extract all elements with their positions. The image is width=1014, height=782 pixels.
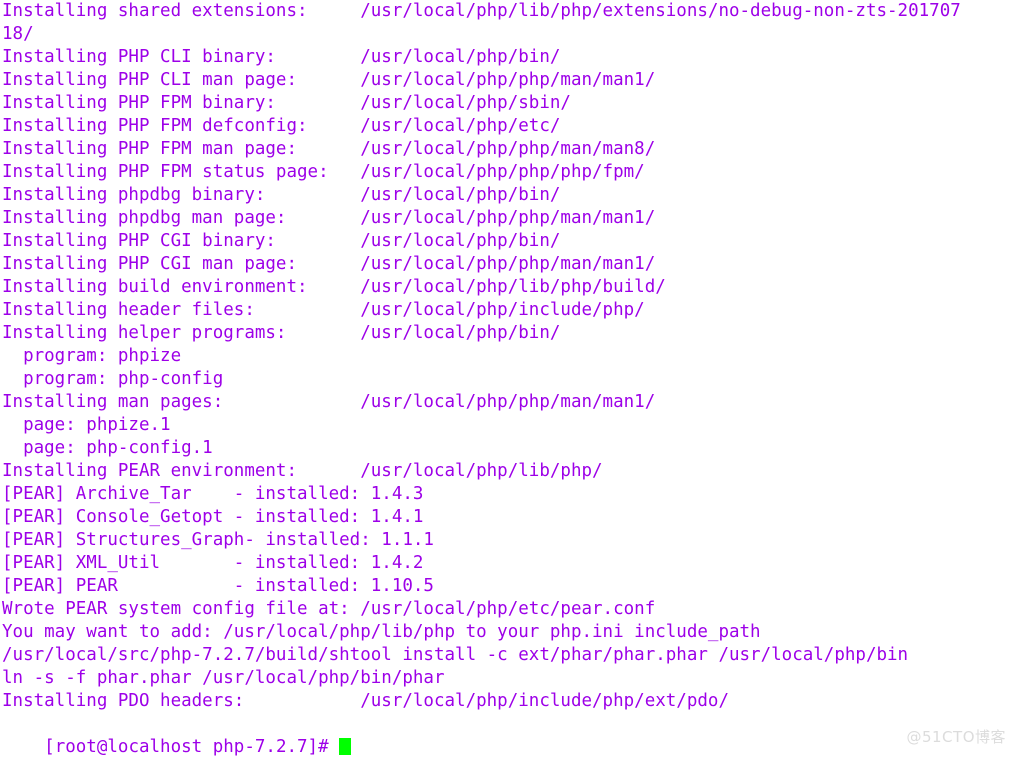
terminal-line: Wrote PEAR system config file at: /usr/l… [2, 599, 656, 619]
terminal-line: Installing PHP CLI man page: /usr/local/… [2, 70, 656, 90]
terminal-line: [PEAR] PEAR - installed: 1.10.5 [2, 576, 434, 596]
text-cursor [339, 738, 352, 755]
shell-prompt: [root@localhost php-7.2.7]# [44, 737, 340, 757]
terminal-line: Installing phpdbg binary: /usr/local/php… [2, 185, 561, 205]
terminal-line: Installing PHP FPM status page: /usr/loc… [2, 162, 645, 182]
terminal-line: [PEAR] XML_Util - installed: 1.4.2 [2, 553, 424, 573]
terminal-output: Installing shared extensions: /usr/local… [0, 0, 1014, 713]
terminal-line: Installing PEAR environment: /usr/local/… [2, 461, 603, 481]
terminal-line: Installing PHP CGI binary: /usr/local/ph… [2, 231, 561, 251]
terminal-line: Installing man pages: /usr/local/php/php… [2, 392, 656, 412]
terminal-line: Installing shared extensions: /usr/local… [2, 1, 961, 21]
watermark: @51CTO博客 [906, 728, 1006, 746]
terminal-line: Installing phpdbg man page: /usr/local/p… [2, 208, 656, 228]
terminal-line: program: php-config [2, 369, 224, 389]
terminal-line: 18/ [2, 24, 34, 44]
terminal-line: [PEAR] Archive_Tar - installed: 1.4.3 [2, 484, 424, 504]
terminal-prompt-line[interactable]: [root@localhost php-7.2.7]# [0, 713, 1014, 757]
terminal-line: Installing PHP FPM man page: /usr/local/… [2, 139, 656, 159]
terminal-line: [PEAR] Structures_Graph- installed: 1.1.… [2, 530, 434, 550]
terminal-line: Installing PHP FPM binary: /usr/local/ph… [2, 93, 571, 113]
terminal-line: page: phpize.1 [2, 415, 171, 435]
terminal-line: Installing PHP CLI binary: /usr/local/ph… [2, 47, 561, 67]
terminal-line: page: php-config.1 [2, 438, 213, 458]
terminal-line: Installing PHP FPM defconfig: /usr/local… [2, 116, 561, 136]
terminal-line: Installing header files: /usr/local/php/… [2, 300, 645, 320]
terminal-line: program: phpize [2, 346, 182, 366]
terminal-window[interactable]: Installing shared extensions: /usr/local… [0, 0, 1014, 757]
terminal-line: [PEAR] Console_Getopt - installed: 1.4.1 [2, 507, 424, 527]
terminal-line: /usr/local/src/php-7.2.7/build/shtool in… [2, 645, 909, 665]
terminal-line: Installing PDO headers: /usr/local/php/i… [2, 691, 729, 711]
terminal-line: You may want to add: /usr/local/php/lib/… [2, 622, 761, 642]
terminal-line: Installing helper programs: /usr/local/p… [2, 323, 561, 343]
terminal-line: Installing PHP CGI man page: /usr/local/… [2, 254, 656, 274]
terminal-line: Installing build environment: /usr/local… [2, 277, 666, 297]
terminal-line: ln -s -f phar.phar /usr/local/php/bin/ph… [2, 668, 445, 688]
